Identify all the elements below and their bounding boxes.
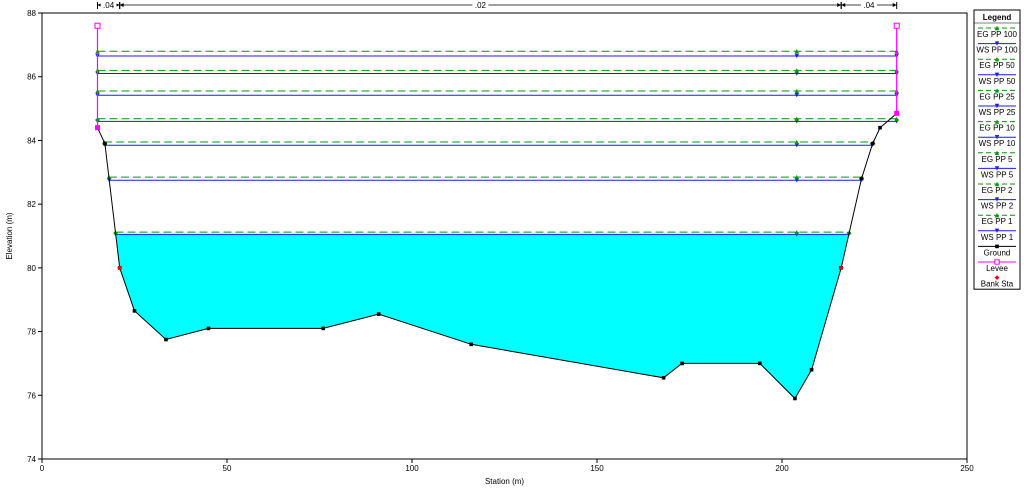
y-tick-label-0: 74 [27,455,36,464]
legend-label-ws-pp-10: WS PP 10 [979,139,1016,148]
x-tick-label-4: 200 [775,464,789,473]
y-tick-label-4: 82 [27,200,36,209]
legend-label-levee: Levee [986,264,1008,273]
ground-point-10 [680,361,684,366]
legend-title: Legend [983,13,1012,22]
legend-label-ws-pp-2: WS PP 2 [981,202,1014,211]
ground-point-15 [859,176,864,181]
legend-label-ws-pp-50: WS PP 50 [979,77,1016,86]
manning-label-0: .04 [103,1,115,10]
levee-bottom-marker-0 [95,125,100,131]
legend-label-eg-pp-100: EG PP 100 [977,30,1017,39]
ground-point-16 [870,141,875,146]
legend-label-ws-pp-100: WS PP 100 [976,46,1018,55]
ground-point-4 [164,337,168,342]
x-tick-label-2: 100 [405,464,419,473]
legend-label-bank-sta: Bank Sta [981,280,1014,289]
legend-label-eg-pp-10: EG PP 10 [979,124,1015,133]
levee-bottom-marker-1 [894,110,900,116]
y-tick-label-1: 76 [27,391,36,400]
y-tick-label-7: 88 [27,9,36,18]
ground-point-1 [103,141,107,146]
x-axis-label: Station (m) [485,477,524,486]
y-tick-label-2: 78 [27,328,36,337]
ground-point-11 [758,361,762,366]
y-axis-label: Elevation (m) [5,212,14,259]
x-tick-label-5: 250 [960,464,974,473]
levee-top-marker-1 [893,22,900,29]
y-tick-label-6: 86 [27,73,36,82]
ground-point-7 [376,312,381,316]
x-tick-label-0: 0 [40,464,45,473]
ground-point-3 [132,309,137,313]
ground-point-6 [321,326,325,331]
legend-label-eg-pp-5: EG PP 5 [982,155,1014,164]
ground-point-8 [469,342,473,347]
legend-label-eg-pp-1: EG PP 1 [982,217,1014,226]
x-tick-label-1: 50 [223,464,232,473]
manning-label-2: .04 [863,1,875,10]
legend-label-eg-pp-25: EG PP 25 [979,92,1015,101]
manning-label-1: .02 [475,1,487,10]
legend: Legend EG PP 100 WS PP 100 EG PP 50 WS PP 50… [973,9,1021,290]
legend-label-ws-pp-1: WS PP 1 [981,233,1014,242]
legend-label-eg-pp-2: EG PP 2 [982,186,1014,195]
cross-section-chart: .04 .02 .04 74 76 78 80 82 84 86 88 0 50 100 150 200 25… [0,0,1024,489]
legend-label-ws-pp-25: WS PP 25 [979,108,1016,117]
ground-point-13 [809,368,814,372]
legend-label-ws-pp-5: WS PP 5 [981,170,1014,179]
x-tick-label-3: 150 [590,464,604,473]
ground-point-5 [206,326,211,331]
y-tick-label-3: 80 [27,264,36,273]
ground-point-17 [878,125,882,130]
ground-point-9 [661,375,666,380]
legend-label-ground: Ground [984,248,1011,257]
legend-label-eg-pp-50: EG PP 50 [979,61,1015,70]
ground-point-12 [793,396,797,401]
levee-top-marker-0 [94,22,101,29]
y-tick-label-5: 84 [27,136,36,145]
